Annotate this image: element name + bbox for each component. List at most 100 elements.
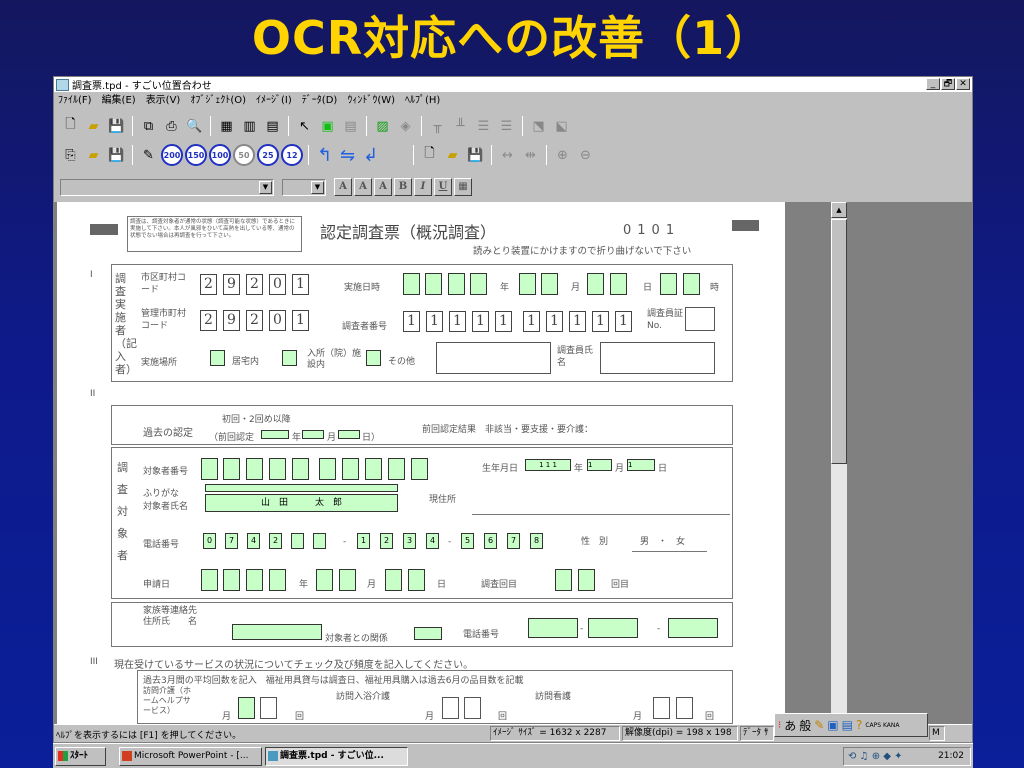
text-tool-icon[interactable]: ▨	[372, 116, 393, 137]
tray-icons[interactable]: ⟲ ♫ ⊕ ◆ ✦	[848, 750, 903, 764]
municipality-code-digit[interactable]: 2	[200, 274, 217, 295]
ime-kana-mode[interactable]: あ	[784, 717, 796, 734]
ime-conversion-mode[interactable]: 般	[799, 717, 811, 734]
font-larger-button[interactable]: A	[334, 178, 352, 196]
insurer-code-digit[interactable]: 9	[223, 310, 240, 331]
save-disabled-icon[interactable]: 💾	[465, 145, 486, 166]
print-icon[interactable]: ⎙	[161, 116, 182, 137]
menu-image[interactable]: ｲﾒｰｼﾞ(I)	[256, 93, 292, 109]
italic-button[interactable]: I	[414, 178, 432, 196]
align-left-icon[interactable]: ☰	[473, 116, 494, 137]
grid-icon[interactable]: ▦	[216, 116, 237, 137]
investigator-name-field[interactable]	[600, 342, 715, 374]
scroll-up-icon[interactable]: ▲	[831, 202, 847, 218]
rotate-flip-icon[interactable]: ⇋	[337, 145, 358, 166]
zoom-12-button[interactable]: 12	[281, 144, 303, 166]
grid-format-icon[interactable]: ▦	[454, 178, 472, 196]
font-name-combo[interactable]: ▼	[60, 178, 274, 196]
zoom-out-icon[interactable]: ⊖	[575, 145, 596, 166]
start-button[interactable]: ｽﾀｰﾄ	[55, 747, 106, 766]
zoom-150-button[interactable]: 150	[185, 144, 207, 166]
page-icon[interactable]: 🗋	[419, 145, 440, 166]
same-height-icon[interactable]: ⬕	[551, 116, 572, 137]
rotate-right-icon[interactable]: ↲	[360, 145, 381, 166]
ime-pad-icon[interactable]: ✎	[814, 718, 824, 732]
scan-icon[interactable]: ⎘	[60, 145, 81, 166]
print-preview-icon[interactable]: 🔍	[184, 116, 205, 137]
menu-window[interactable]: ｳｨﾝﾄﾞｳ(W)	[347, 93, 395, 109]
rotate-left-icon[interactable]: ↰	[314, 145, 335, 166]
shrink-horizontal-icon[interactable]: ⇹	[520, 145, 541, 166]
menu-data[interactable]: ﾃﾞｰﾀ(D)	[302, 93, 338, 109]
investigator-id-field[interactable]	[685, 307, 715, 331]
insurer-code-digit[interactable]: 2	[200, 310, 217, 331]
place-other-field[interactable]	[436, 342, 551, 374]
ime-handle-icon[interactable]: ⁝	[778, 720, 781, 731]
furigana-field[interactable]	[205, 484, 398, 492]
table-icon[interactable]: ▤	[262, 116, 283, 137]
scroll-thumb[interactable]	[831, 219, 847, 464]
eraser-icon[interactable]: ◈	[395, 116, 416, 137]
underline-button[interactable]: U	[434, 178, 452, 196]
place-home-checkbox[interactable]	[210, 350, 225, 366]
properties-icon[interactable]: ▤	[340, 116, 361, 137]
new-file-icon[interactable]: 🗋	[60, 116, 81, 137]
municipality-code-digit[interactable]: 2	[246, 274, 263, 295]
zoom-25-button[interactable]: 25	[257, 144, 279, 166]
save-image-icon[interactable]: 💾	[106, 145, 127, 166]
birth-month-field[interactable]: 1	[587, 459, 612, 471]
place-facility-checkbox[interactable]	[282, 350, 297, 366]
columns-icon[interactable]: ▥	[239, 116, 260, 137]
clock[interactable]: 21:02	[938, 748, 964, 765]
menu-edit[interactable]: 編集(E)	[102, 93, 136, 109]
ime-caps-kana[interactable]: CAPS KANA	[865, 722, 899, 729]
insurer-code-digit[interactable]: 0	[269, 310, 286, 331]
window-titlebar[interactable]: 調査票.tpd - すごい位置合わせ _ 🗗 ✕	[54, 77, 972, 92]
birth-year-field[interactable]: 1 1 1	[525, 459, 571, 471]
vertical-scrollbar[interactable]: ▲	[831, 202, 847, 724]
open-folder-icon[interactable]: ▰	[442, 145, 463, 166]
pointer-icon[interactable]: ↖	[294, 116, 315, 137]
place-other-checkbox[interactable]	[366, 350, 381, 366]
task-survey-app[interactable]: 調査票.tpd - すごい位...	[265, 747, 408, 766]
open-folder-icon[interactable]: ▰	[83, 116, 104, 137]
font-smaller-button[interactable]: A	[354, 178, 372, 196]
task-powerpoint[interactable]: Microsoft PowerPoint - [...	[119, 747, 262, 766]
expand-horizontal-icon[interactable]: ↔	[497, 145, 518, 166]
ime-tool-icon[interactable]: ▤	[842, 718, 853, 732]
municipality-code-digit[interactable]: 0	[269, 274, 286, 295]
chevron-down-icon[interactable]: ▼	[311, 180, 324, 194]
zoom-50-button[interactable]: 50	[233, 144, 255, 166]
chevron-down-icon[interactable]: ▼	[259, 180, 272, 194]
image-edit-icon[interactable]: ✎	[138, 145, 159, 166]
survey-form-image[interactable]: 調査は、調査対象者が通常の状態（調査可能な状態）であるときに実施して下さい。本人…	[57, 202, 785, 724]
save-icon[interactable]: 💾	[106, 116, 127, 137]
menu-file[interactable]: ﾌｧｲﾙ(F)	[58, 93, 92, 109]
menu-view[interactable]: 表示(V)	[146, 93, 181, 109]
maximize-button[interactable]: 🗗	[941, 78, 955, 90]
municipality-code-digit[interactable]: 9	[223, 274, 240, 295]
align-top-icon[interactable]: ╥	[427, 116, 448, 137]
zoom-in-icon[interactable]: ⊕	[552, 145, 573, 166]
subject-name-field[interactable]: 山 田 太 郎	[205, 494, 398, 512]
municipality-code-digit[interactable]: 1	[292, 274, 309, 295]
ime-dictionary-icon[interactable]: ▣	[827, 718, 838, 732]
new-window-icon[interactable]: ⧉	[138, 116, 159, 137]
minimize-button[interactable]: _	[926, 78, 940, 90]
gender-options[interactable]: 男 ・ 女	[640, 534, 685, 547]
open-image-icon[interactable]: ▰	[83, 145, 104, 166]
align-bottom-icon[interactable]: ╨	[450, 116, 471, 137]
insurer-code-digit[interactable]: 2	[246, 310, 263, 331]
insurer-code-digit[interactable]: 1	[292, 310, 309, 331]
birth-day-field[interactable]: 1	[627, 459, 655, 471]
zoom-200-button[interactable]: 200	[161, 144, 183, 166]
font-reset-button[interactable]: A	[374, 178, 392, 196]
menu-help[interactable]: ﾍﾙﾌﾟ(H)	[405, 93, 440, 109]
zoom-100-button[interactable]: 100	[209, 144, 231, 166]
family-name-field[interactable]	[232, 624, 322, 640]
relation-field[interactable]	[414, 627, 442, 640]
font-size-combo[interactable]: ▼	[282, 178, 326, 196]
menu-object[interactable]: ｵﾌﾞｼﾞｪｸﾄ(O)	[190, 93, 246, 109]
ime-help-icon[interactable]: ?	[856, 718, 862, 732]
select-box-icon[interactable]: ▣	[317, 116, 338, 137]
